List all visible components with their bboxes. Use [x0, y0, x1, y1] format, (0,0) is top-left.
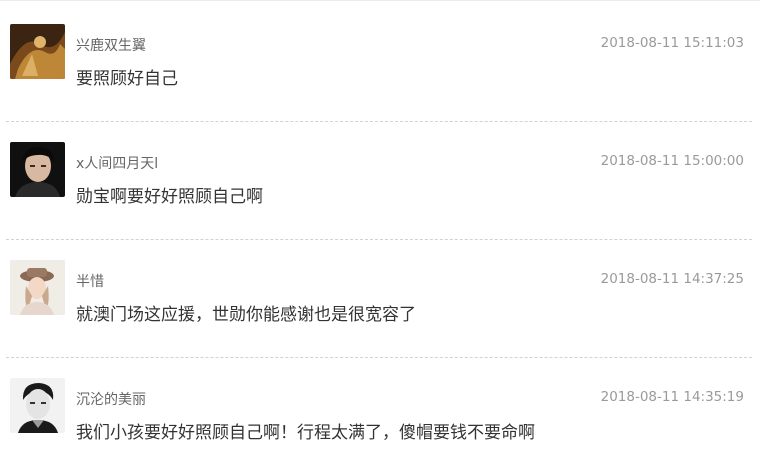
avatar-photo-girl-with-hat-icon — [10, 260, 65, 315]
comment-timestamp: 2018-08-11 14:37:25 — [600, 271, 744, 287]
comment-item: x人间四月天l 2018-08-11 15:00:00 勋宝啊要好好照顾自己啊 — [6, 122, 752, 240]
comment-username[interactable]: 沉沦的美丽 — [76, 389, 146, 409]
comment-timestamp: 2018-08-11 15:00:00 — [600, 153, 744, 169]
comment-text: 就澳门场这应援，世勋你能感谢也是很宽容了 — [76, 305, 416, 325]
comment-timestamp: 2018-08-11 14:35:19 — [600, 389, 744, 405]
comment-username[interactable]: x人间四月天l — [76, 153, 158, 173]
comment-item: 半惜 2018-08-11 14:37:25 就澳门场这应援，世勋你能感谢也是很… — [6, 240, 752, 358]
comment-text: 要照顾好自己 — [76, 69, 178, 89]
comment-text: 我们小孩要好好照顾自己啊！行程太满了，傻帽要钱不要命啊 — [76, 423, 535, 443]
avatar-photo-golden-figure-icon — [10, 24, 65, 79]
comment-username[interactable]: 兴鹿双生翼 — [76, 35, 146, 55]
comment-list: 兴鹿双生翼 2018-08-11 15:11:03 要照顾好自己 x人间四月天l… — [0, 0, 760, 476]
comment-item: 沉沦的美丽 2018-08-11 14:35:19 我们小孩要好好照顾自己啊！行… — [6, 358, 752, 476]
avatar[interactable] — [10, 260, 65, 315]
avatar-photo-bw-portrait-icon — [10, 378, 65, 433]
comment-text: 勋宝啊要好好照顾自己啊 — [76, 187, 263, 207]
avatar-photo-dark-portrait-icon — [10, 142, 65, 197]
avatar[interactable] — [10, 142, 65, 197]
avatar[interactable] — [10, 24, 65, 79]
comment-item: 兴鹿双生翼 2018-08-11 15:11:03 要照顾好自己 — [6, 4, 752, 122]
comment-username[interactable]: 半惜 — [76, 271, 104, 291]
avatar[interactable] — [10, 378, 65, 433]
comment-timestamp: 2018-08-11 15:11:03 — [600, 35, 744, 51]
